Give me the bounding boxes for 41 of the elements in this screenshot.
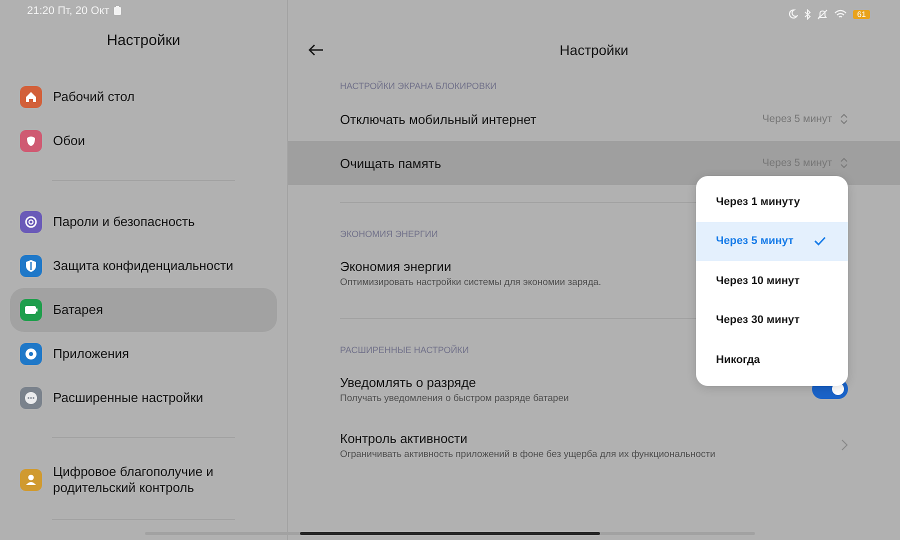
checkmark-icon (814, 236, 826, 246)
sidebar-title: Настройки (106, 32, 182, 51)
sidebar-item[interactable]: Расширенные настройки (10, 376, 277, 420)
section-header: РАСШИРЕННЫЕ НАСТРОЙКИ (340, 345, 469, 355)
up-down-chevron-icon (840, 113, 848, 125)
setting-description: Ограничивать активность приложений в фоне без ущерба для их функциональности (340, 448, 716, 460)
sidebar-item[interactable]: Защита конфиденциальности (10, 244, 277, 288)
sidebar-item[interactable]: Цифровое благополучие и родительский контроль (10, 458, 277, 502)
setting-title: Уведомлять о разряде (340, 374, 476, 390)
sidebar-item[interactable]: Приложения (10, 332, 277, 376)
bluetooth-icon (804, 8, 812, 20)
settings-row[interactable]: Экономия энергии Оптимизировать настройки системы для экономии заряда. (288, 245, 654, 301)
wifi-icon (834, 9, 848, 19)
settings-row[interactable]: Контроль активности Ограничивать активность приложений в фоне без ущерба для их функциональности (288, 417, 900, 473)
setting-title: Отключать мобильный интернет (340, 112, 536, 126)
setting-title: Экономия энергии (340, 258, 452, 274)
sidebar-item[interactable]: Батарея (10, 288, 277, 332)
menu-option[interactable]: Через 10 минут (696, 261, 848, 300)
moon-icon (788, 9, 798, 19)
setting-description: Получать уведомления о быстром разряде батареи (340, 392, 569, 404)
sidebar-item[interactable]: Пароли и безопасность (10, 200, 277, 244)
settings-row[interactable]: Отключать мобильный интернет Через 5 минут (288, 97, 900, 141)
up-down-chevron-icon (840, 157, 848, 169)
status-time: 21:20 Пт, 20 Окт (27, 4, 110, 17)
battery-level: 61 (853, 10, 870, 18)
sidebar-item[interactable]: Рабочий стол (10, 74, 277, 119)
section-header: НАСТРОЙКИ ЭКРАНА БЛОКИРОВКИ (340, 81, 497, 91)
menu-option[interactable]: Через 30 минут (696, 300, 848, 340)
bell-muted-icon (817, 8, 828, 20)
section-header: ЭКОНОМИЯ ЭНЕРГИИ (340, 229, 438, 239)
setting-title: Контроль активности (340, 430, 468, 446)
sidebar-item[interactable]: Обои (10, 118, 277, 163)
setting-description: Оптимизировать настройки системы для экономии заряда. (340, 276, 602, 288)
setting-value: Через 5 минут (762, 113, 832, 125)
page-title: Настройки (560, 42, 628, 58)
menu-option[interactable]: Через 1 минуту (696, 182, 848, 222)
menu-option[interactable]: Никогда (696, 340, 848, 380)
menu-option[interactable]: Через 5 минут (696, 222, 848, 261)
setting-title: Очищать память (340, 156, 442, 170)
chevron-right-icon (841, 439, 848, 451)
back-arrow-icon[interactable] (308, 44, 324, 56)
